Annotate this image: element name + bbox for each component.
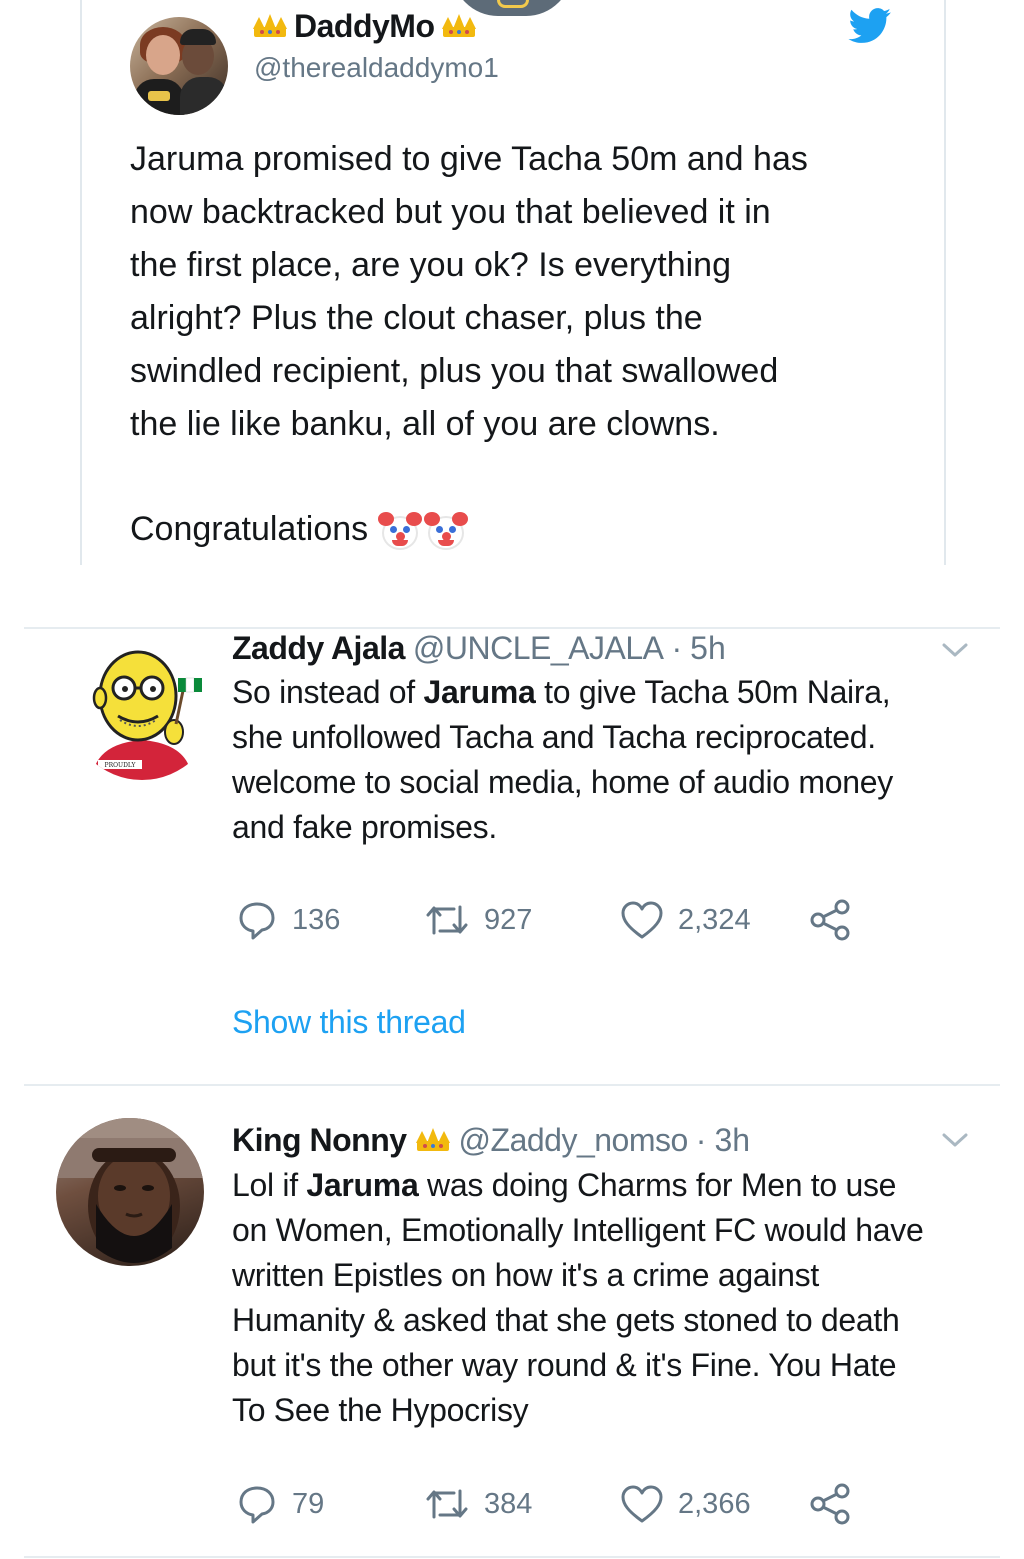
- like-count: 2,366: [678, 1487, 751, 1520]
- tweet-actions: 79 384 2,366: [232, 1482, 872, 1526]
- reply-count: 79: [292, 1487, 325, 1520]
- show-thread-link[interactable]: Show this thread: [232, 1004, 466, 1041]
- reply-button[interactable]: 136: [236, 898, 340, 942]
- share-icon: [810, 899, 850, 941]
- embedded-tweet-text: Jaruma promised to give Tacha 50m and ha…: [130, 140, 808, 443]
- tweet-handle[interactable]: @Zaddy_nomso: [459, 1122, 689, 1159]
- reply-count: 136: [292, 903, 341, 936]
- chevron-down-icon[interactable]: [940, 640, 970, 660]
- tweet-avatar-king-nonny[interactable]: [56, 1118, 204, 1266]
- tweet-text: So instead of Jaruma to give Tacha 50m N…: [232, 670, 992, 850]
- crown-icon: [252, 13, 288, 39]
- tweet-text-line: welcome to social media, home of audio m…: [232, 764, 893, 800]
- avatar-badge-text: PROUDLY: [105, 762, 137, 769]
- retweet-button[interactable]: 927: [424, 898, 532, 942]
- tweet-text: Lol if Jaruma was doing Charms for Men t…: [232, 1163, 992, 1433]
- reply-icon: [239, 1486, 275, 1524]
- embedded-tweet-closing: Congratulations: [130, 503, 469, 556]
- tweet-actions: 136 927 2,324: [232, 898, 872, 942]
- tweet-display-name[interactable]: King Nonny: [232, 1122, 407, 1159]
- reply-icon: [239, 902, 275, 940]
- tweet-divider: [24, 1084, 1000, 1086]
- tweet-text-line: on Women, Emotionally Intelligent FC wou…: [232, 1212, 924, 1248]
- share-button[interactable]: [808, 898, 854, 942]
- tweet-avatar-zaddy-ajala[interactable]: PROUDLY: [68, 632, 216, 780]
- share-icon: [810, 1483, 850, 1525]
- twitter-bird-icon[interactable]: [848, 8, 892, 44]
- like-button[interactable]: 2,366: [620, 1482, 751, 1526]
- crown-icon: [441, 13, 477, 39]
- tweet-text-line: To See the Hypocrisy: [232, 1392, 529, 1428]
- retweet-count: 384: [484, 1487, 533, 1520]
- tweet-display-name[interactable]: Zaddy Ajala: [232, 630, 405, 667]
- tweet-text-bold: Jaruma: [423, 674, 536, 710]
- retweet-icon: [426, 905, 468, 935]
- clown-face-icon: [424, 508, 469, 552]
- tweet-timestamp[interactable]: 3h: [714, 1122, 750, 1159]
- tweet-text-line: Humanity & asked that she gets stoned to…: [232, 1302, 900, 1338]
- like-count: 2,324: [678, 903, 751, 936]
- retweet-count: 927: [484, 903, 533, 936]
- embedded-tweet-handle[interactable]: @therealdaddymo1: [254, 52, 499, 84]
- tweet-separator: ·: [671, 629, 683, 666]
- heart-icon: [621, 1485, 663, 1523]
- retweet-button[interactable]: 384: [424, 1482, 532, 1526]
- tweet-divider: [24, 1556, 1000, 1558]
- tweet-separator: ·: [695, 1121, 707, 1158]
- clown-face-icon: [378, 508, 423, 552]
- embedded-tweet-name-row[interactable]: DaddyMo: [252, 8, 477, 44]
- tweet-handle[interactable]: @UNCLE_AJALA: [413, 630, 664, 667]
- tweet-text-line: Lol if Jaruma was doing Charms for Men t…: [232, 1167, 897, 1203]
- retweet-icon: [426, 1489, 468, 1519]
- embedded-tweet-display-name: DaddyMo: [294, 7, 435, 44]
- tweet-text-line: but it's the other way round & it's Fine…: [232, 1347, 897, 1383]
- tweet-text-line: she unfollowed Tacha and Tacha reciproca…: [232, 719, 876, 755]
- crown-icon: [415, 1127, 451, 1153]
- tweet-timestamp[interactable]: 5h: [690, 630, 726, 667]
- share-button[interactable]: [808, 1482, 854, 1526]
- tweet-text-line: written Epistles on how it's a crime aga…: [232, 1257, 819, 1293]
- tweet-header: Zaddy Ajala @UNCLE_AJALA · 5h: [232, 628, 726, 668]
- tweet-header: King Nonny @Zaddy_nomso · 3h: [232, 1120, 750, 1160]
- tweet-text-line: So instead of Jaruma to give Tacha 50m N…: [232, 674, 891, 710]
- reply-button[interactable]: 79: [236, 1482, 324, 1526]
- heart-icon: [621, 901, 663, 939]
- tweet-text-line: and fake promises.: [232, 809, 497, 845]
- chevron-down-icon[interactable]: [940, 1130, 970, 1150]
- embedded-tweet-avatar[interactable]: [130, 17, 228, 115]
- like-button[interactable]: 2,324: [620, 898, 751, 942]
- tweet-text-bold: Jaruma: [306, 1167, 419, 1203]
- embedded-tweet-closing-text: Congratulations: [130, 510, 369, 548]
